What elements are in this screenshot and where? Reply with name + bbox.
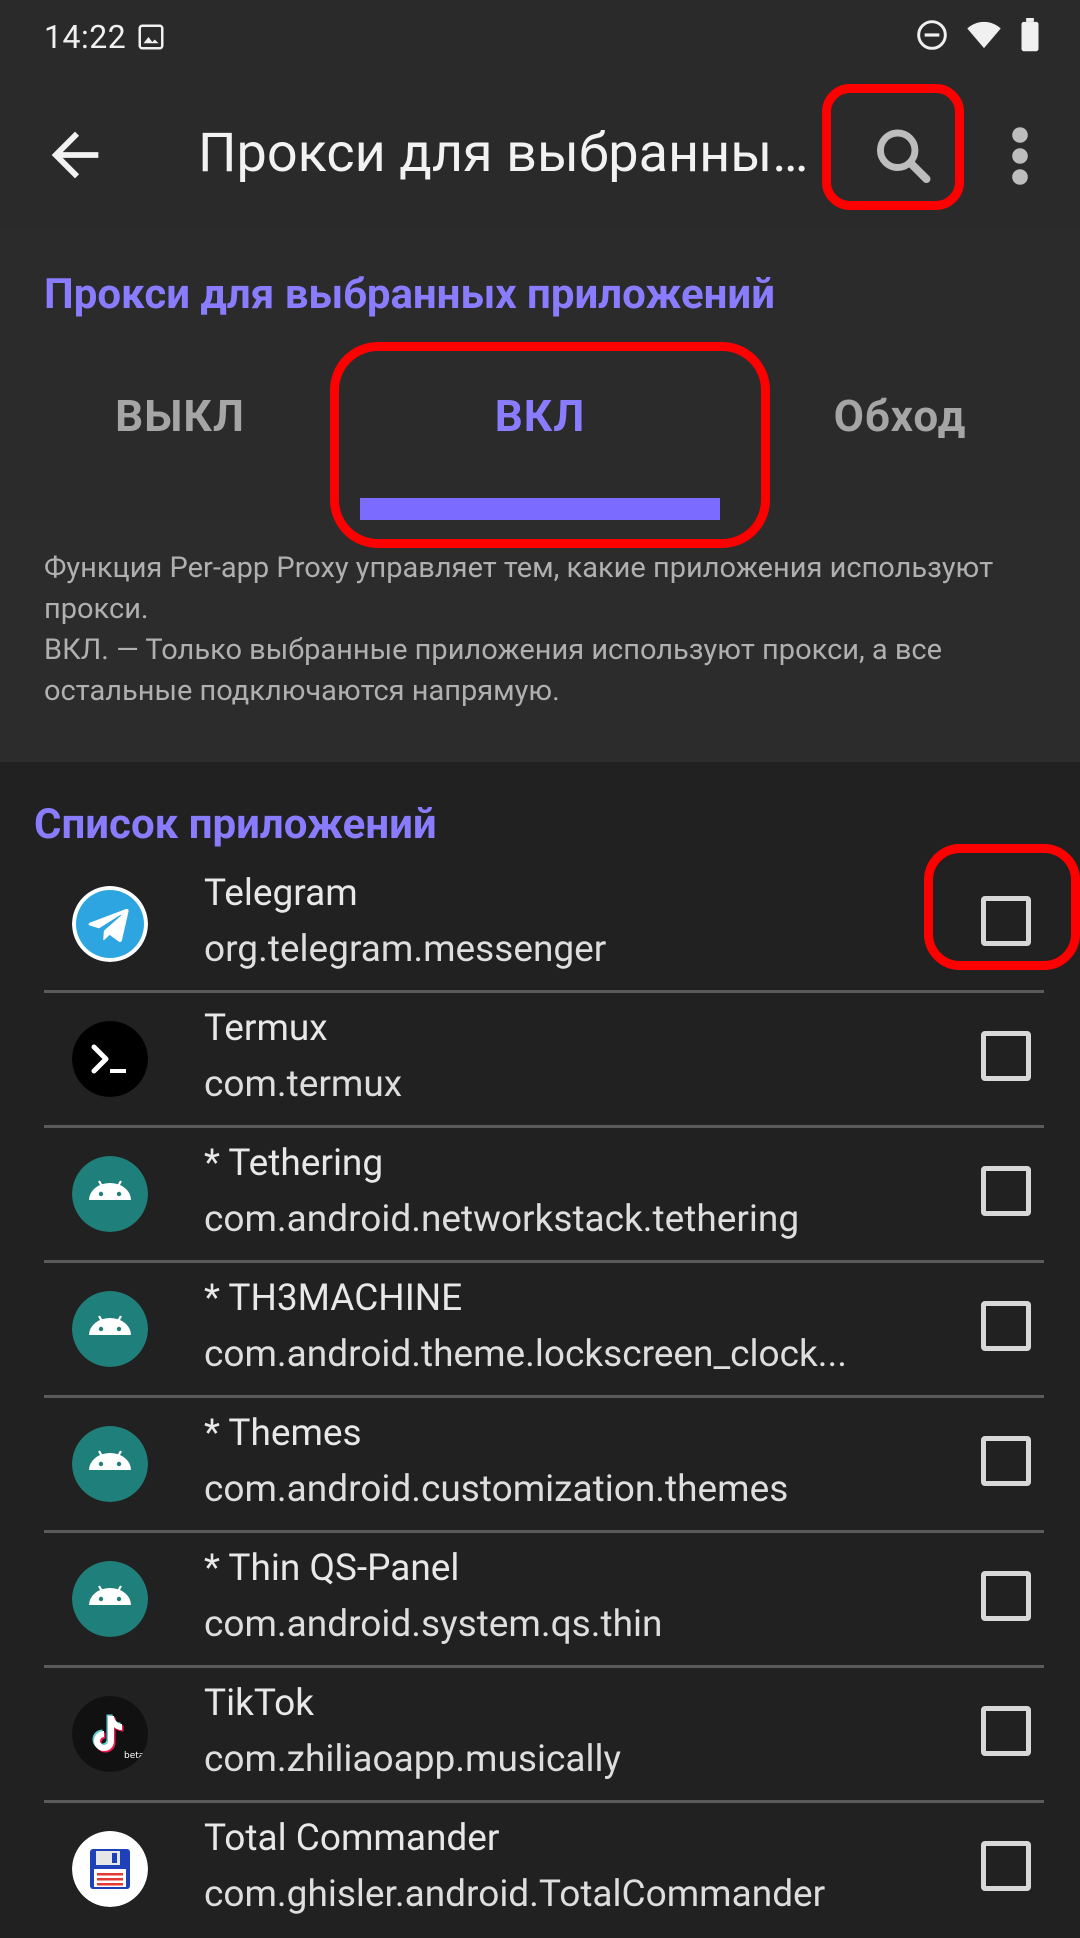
- android-icon: [72, 1426, 148, 1502]
- app-list-item[interactable]: beta TikTok com.zhiliaoapp.musically: [44, 1668, 1080, 1803]
- app-list-item[interactable]: * Thin QS-Panel com.android.system.qs.thi…: [44, 1533, 1080, 1668]
- app-checkbox[interactable]: [981, 1301, 1031, 1351]
- app-list-item[interactable]: * TH3MACHINE com.android.theme.lockscreen…: [44, 1263, 1080, 1398]
- tab-bypass[interactable]: Обход: [720, 390, 1080, 442]
- status-time: 14:22: [44, 18, 127, 56]
- app-name: * TH3MACHINE: [204, 1277, 463, 1320]
- app-package: com.android.customization.themes: [204, 1468, 789, 1511]
- termux-icon: [72, 1021, 148, 1097]
- app-checkbox[interactable]: [981, 1841, 1031, 1891]
- more-options-button[interactable]: [1000, 120, 1040, 192]
- section-title: Прокси для выбранных приложений: [44, 270, 776, 319]
- proxy-mode-section: Прокси для выбранных приложений ВЫКЛ ВКЛ…: [0, 230, 1080, 520]
- search-button[interactable]: [856, 120, 948, 192]
- app-name: * Thin QS-Panel: [204, 1547, 460, 1590]
- description-panel: Функция Per-app Proxy управляет тем, как…: [0, 520, 1080, 762]
- more-vert-icon: [1000, 127, 1040, 196]
- battery-icon: [1020, 18, 1040, 56]
- total-commander-icon: [72, 1831, 148, 1907]
- app-package: com.zhiliaoapp.musically: [204, 1738, 621, 1781]
- app-list-item[interactable]: Telegram org.telegram.messenger: [44, 858, 1080, 993]
- android-icon: [72, 1291, 148, 1367]
- app-name: Termux: [204, 1007, 328, 1050]
- tab-on[interactable]: ВКЛ: [360, 390, 720, 442]
- app-package: com.android.theme.lockscreen_clock...: [204, 1333, 848, 1376]
- app-list-item[interactable]: Total Commander com.ghisler.android.Total…: [44, 1803, 1080, 1938]
- description-text: Функция Per-app Proxy управляет тем, как…: [44, 551, 994, 708]
- search-icon: [856, 129, 948, 196]
- app-name: Total Commander: [204, 1817, 500, 1860]
- wifi-icon: [966, 19, 1002, 55]
- app-package: com.termux: [204, 1063, 403, 1106]
- dnd-icon: [916, 19, 948, 55]
- app-list-item[interactable]: * Tethering com.android.networkstack.teth…: [44, 1128, 1080, 1263]
- telegram-icon: [72, 886, 148, 962]
- app-package: com.ghisler.android.TotalCommander: [204, 1873, 826, 1916]
- back-button[interactable]: [40, 120, 110, 190]
- app-checkbox[interactable]: [981, 1031, 1031, 1081]
- app-list-title: Список приложений: [34, 800, 437, 849]
- app-checkbox[interactable]: [981, 1166, 1031, 1216]
- tab-off[interactable]: ВЫКЛ: [0, 390, 360, 442]
- app-checkbox[interactable]: [981, 1436, 1031, 1486]
- page-title: Прокси для выбранных приложений: [198, 122, 818, 185]
- app-list-item[interactable]: Termux com.termux: [44, 993, 1080, 1128]
- android-icon: [72, 1561, 148, 1637]
- app-list-item[interactable]: * Themes com.android.customization.themes: [44, 1398, 1080, 1533]
- app-checkbox[interactable]: [981, 896, 1031, 946]
- app-name: Telegram: [204, 872, 358, 915]
- app-package: com.android.networkstack.tethering: [204, 1198, 800, 1241]
- android-icon: [72, 1156, 148, 1232]
- svg-text:beta: beta: [124, 1751, 144, 1761]
- image-icon: [136, 22, 166, 56]
- app-bar: Прокси для выбранных приложений: [0, 78, 1080, 230]
- arrow-left-icon: [40, 131, 110, 194]
- app-package: org.telegram.messenger: [204, 928, 607, 971]
- tab-indicator: [360, 498, 720, 520]
- status-bar: 14:22: [0, 0, 1080, 78]
- app-name: * Tethering: [204, 1142, 384, 1185]
- app-checkbox[interactable]: [981, 1571, 1031, 1621]
- app-name: TikTok: [204, 1682, 314, 1725]
- app-package: com.android.system.qs.thin: [204, 1603, 663, 1646]
- tiktok-icon: beta: [72, 1696, 148, 1772]
- app-name: * Themes: [204, 1412, 362, 1455]
- app-checkbox[interactable]: [981, 1706, 1031, 1756]
